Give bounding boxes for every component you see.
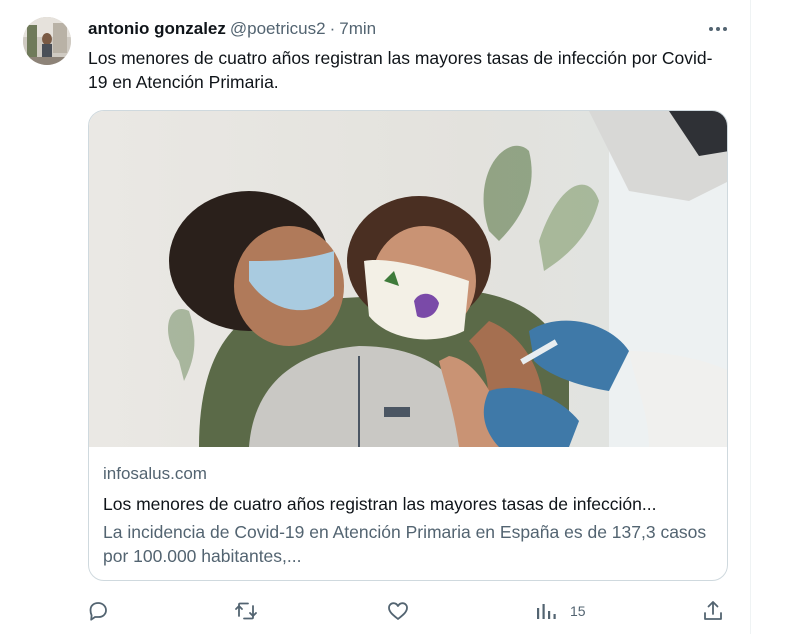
- tweet-actions: 15: [0, 596, 750, 626]
- separator-dot: ·: [329, 19, 336, 38]
- retweet-icon: [235, 602, 257, 620]
- card-description: La incidencia de Covid-19 en Atención Pr…: [103, 522, 707, 566]
- more-options-button[interactable]: [703, 17, 733, 41]
- card-meta: infosalus.com Los menores de cuatro años…: [103, 463, 715, 568]
- share-icon: [704, 601, 722, 620]
- link-card[interactable]: infosalus.com Los menores de cuatro años…: [88, 110, 728, 581]
- card-image: [89, 111, 727, 447]
- timeline-divider: [750, 0, 751, 634]
- tweet-text: Los menores de cuatro años registran las…: [88, 48, 713, 92]
- reply-button[interactable]: [86, 596, 110, 626]
- more-icon: [709, 27, 727, 31]
- reply-icon: [89, 602, 107, 621]
- views-icon: [537, 604, 556, 619]
- views-count: 15: [570, 603, 586, 619]
- card-domain: infosalus.com: [103, 464, 207, 483]
- author-handle[interactable]: @poetricus2: [230, 19, 326, 39]
- avatar[interactable]: [23, 17, 71, 65]
- tweet-timestamp[interactable]: 7min: [339, 19, 376, 39]
- retweet-button[interactable]: [234, 596, 258, 626]
- like-button[interactable]: [386, 596, 410, 626]
- share-button[interactable]: [701, 596, 725, 626]
- avatar-image: [23, 17, 71, 65]
- card-title: Los menores de cuatro años registran las…: [103, 494, 657, 514]
- heart-icon: [388, 602, 408, 620]
- tweet-header: antonio gonzalez @poetricus2 · 7min: [88, 19, 376, 39]
- author-name[interactable]: antonio gonzalez: [88, 19, 226, 39]
- views-button[interactable]: 15: [535, 596, 586, 626]
